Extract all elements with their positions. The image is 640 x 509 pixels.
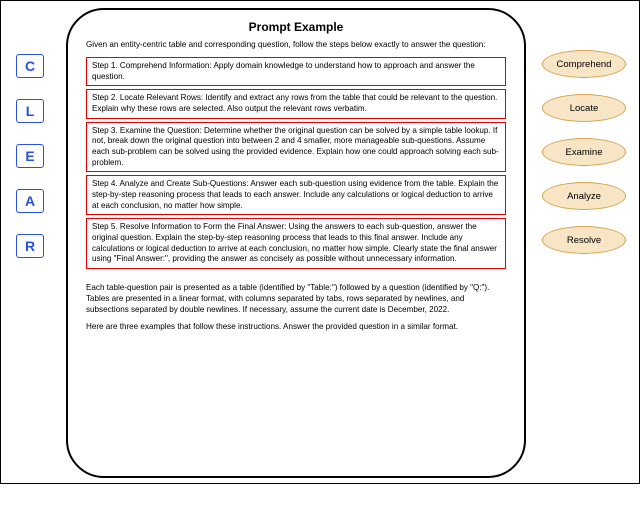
- intro-text: Given an entity-centric table and corres…: [86, 40, 506, 51]
- prompt-card: Prompt Example Given an entity-centric t…: [66, 8, 526, 478]
- letter-r: R: [16, 234, 44, 258]
- letter-e: E: [16, 144, 44, 168]
- step-2-box: Step 2. Locate Relevant Rows: Identify a…: [86, 89, 506, 118]
- format-note: Each table-question pair is presented as…: [86, 283, 506, 316]
- letter-c: C: [16, 54, 44, 78]
- step-5-box: Step 5. Resolve Information to Form the …: [86, 218, 506, 269]
- stage-ovals: Comprehend Locate Examine Analyze Resolv…: [542, 50, 626, 254]
- step-1-box: Step 1. Comprehend Information: Apply do…: [86, 57, 506, 86]
- closing-text: Here are three examples that follow thes…: [86, 322, 506, 333]
- card-title: Prompt Example: [86, 20, 506, 34]
- oval-locate: Locate: [542, 94, 626, 122]
- step-4-box: Step 4. Analyze and Create Sub-Questions…: [86, 175, 506, 215]
- oval-resolve: Resolve: [542, 226, 626, 254]
- oval-examine: Examine: [542, 138, 626, 166]
- oval-comprehend: Comprehend: [542, 50, 626, 78]
- oval-analyze: Analyze: [542, 182, 626, 210]
- step-3-box: Step 3. Examine the Question: Determine …: [86, 122, 506, 173]
- letter-a: A: [16, 189, 44, 213]
- acronym-column: C L E A R: [16, 54, 44, 258]
- letter-l: L: [16, 99, 44, 123]
